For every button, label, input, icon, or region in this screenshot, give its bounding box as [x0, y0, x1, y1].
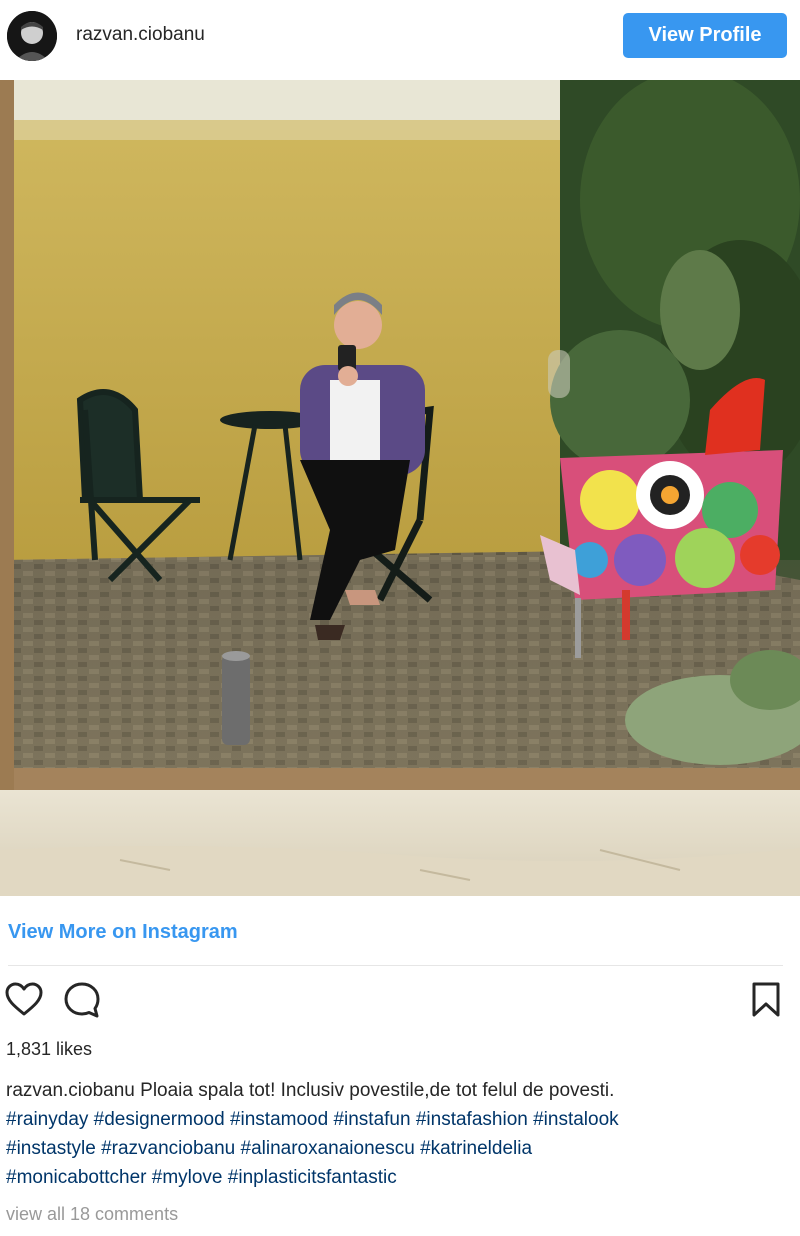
caption-author[interactable]: razvan.ciobanu: [6, 1080, 135, 1101]
username-link[interactable]: razvan.ciobanu: [76, 24, 205, 46]
view-comments-link[interactable]: view all 18 comments: [6, 1204, 178, 1225]
hashtag[interactable]: #alinaroxanaionescu: [241, 1138, 415, 1159]
hashtag[interactable]: #instalook: [533, 1109, 619, 1130]
hashtag[interactable]: #monicabottcher: [6, 1167, 146, 1188]
hashtag[interactable]: #instafun: [333, 1109, 410, 1130]
divider: [8, 965, 783, 966]
hashtag[interactable]: #razvanciobanu: [101, 1138, 235, 1159]
view-more-link[interactable]: View More on Instagram: [8, 921, 238, 944]
caption-text: Ploaia spala tot! Inclusiv povestile,de …: [140, 1080, 615, 1101]
likes-count[interactable]: 1,831 likes: [6, 1039, 92, 1060]
hashtag[interactable]: #instafashion: [416, 1109, 528, 1130]
post-header: razvan.ciobanu View Profile: [0, 0, 800, 72]
post-photo[interactable]: [0, 80, 800, 896]
heart-icon[interactable]: [4, 980, 44, 1020]
hashtag[interactable]: #instastyle: [6, 1138, 96, 1159]
post-caption: razvan.ciobanu Ploaia spala tot! Inclusi…: [6, 1076, 786, 1192]
hashtag[interactable]: #inplasticitsfantastic: [228, 1167, 397, 1188]
view-profile-button[interactable]: View Profile: [623, 13, 787, 58]
avatar[interactable]: [7, 11, 57, 61]
hashtag[interactable]: #rainyday: [6, 1109, 88, 1130]
hashtag[interactable]: #katrineldelia: [420, 1138, 532, 1159]
hashtag[interactable]: #instamood: [230, 1109, 328, 1130]
hashtag[interactable]: #mylove: [152, 1167, 223, 1188]
bookmark-icon[interactable]: [746, 980, 786, 1020]
action-bar: [0, 980, 800, 1020]
hashtag[interactable]: #designermood: [94, 1109, 225, 1130]
comment-icon[interactable]: [62, 980, 102, 1020]
